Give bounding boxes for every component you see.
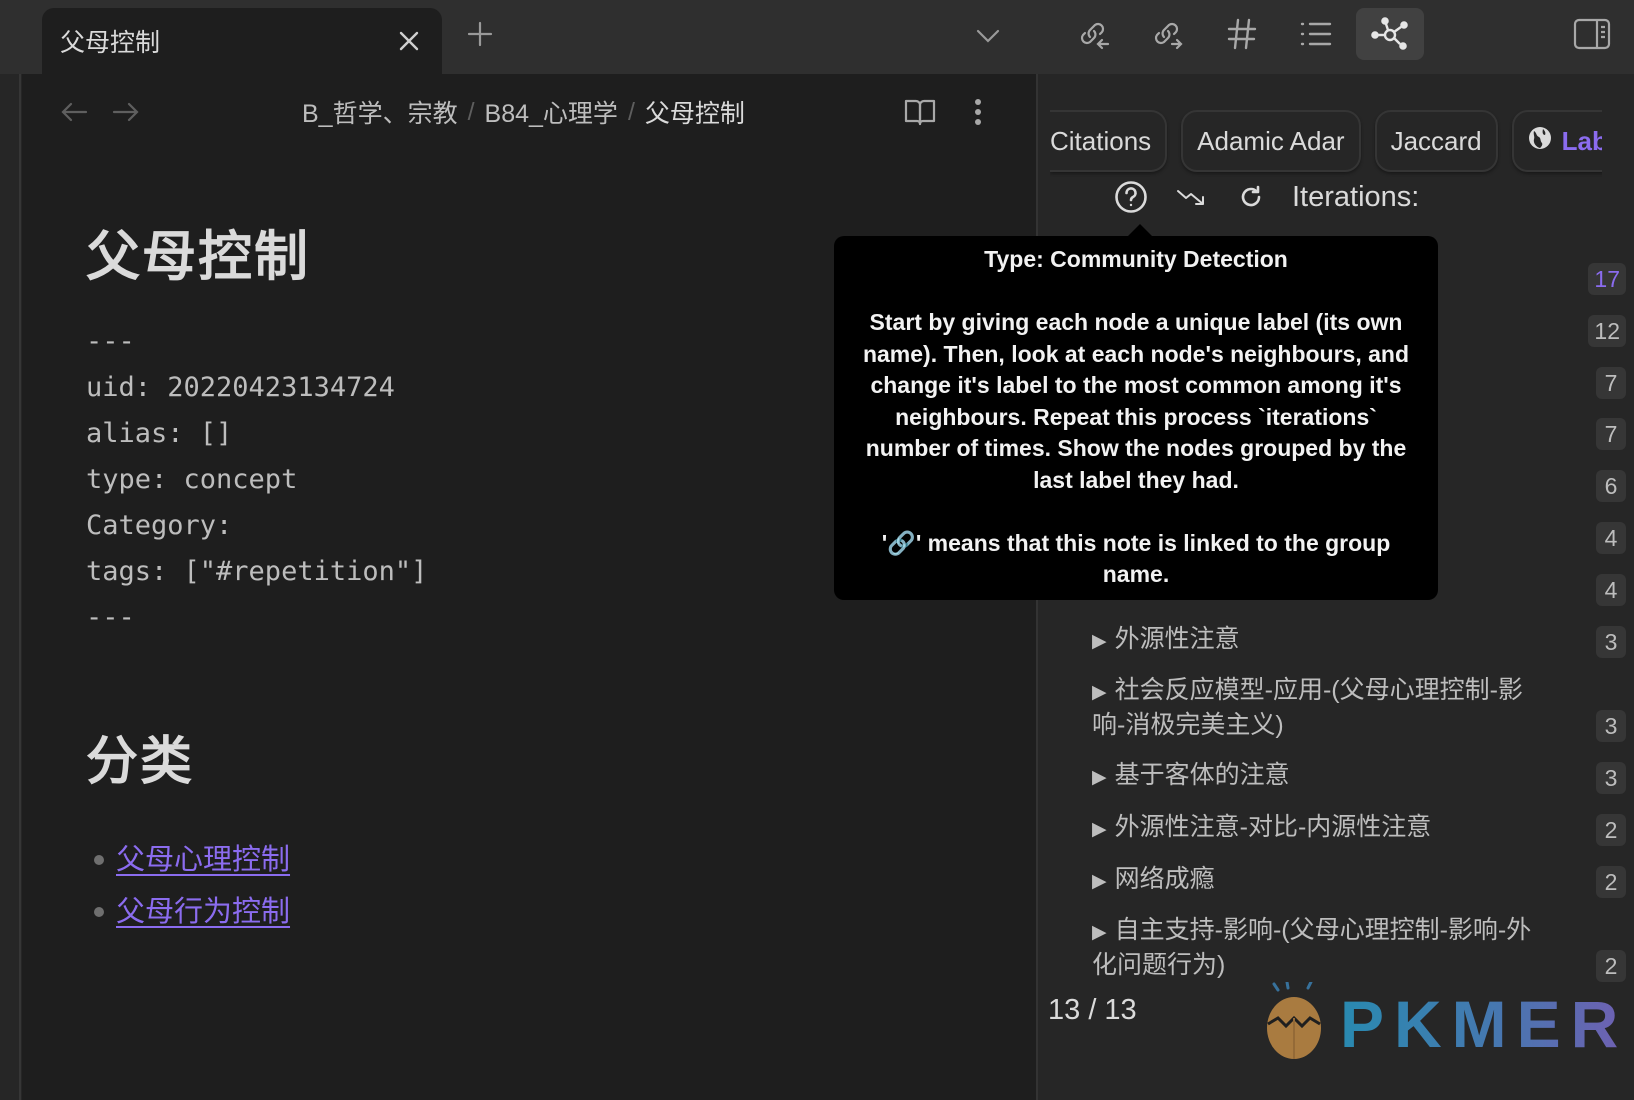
pkmer-watermark: PKMER — [1262, 980, 1629, 1065]
group-label[interactable]: ▶ 自主支持-影响-(父母心理控制-影响-外化问题行为) — [1092, 914, 1532, 982]
list-item: 父母行为控制 — [86, 886, 427, 938]
frontmatter-line: uid: 20220423134724 — [86, 372, 395, 403]
group-count: 3 — [1596, 626, 1626, 658]
section-heading: 分类 — [86, 733, 195, 791]
group-item[interactable]: ▶ 网络成瘾 2 — [1092, 863, 1632, 898]
tab-label: Lab — [1561, 125, 1602, 156]
sidebar-tab-strip — [1060, 8, 1424, 60]
tooltip-arrow — [1128, 224, 1152, 236]
frontmatter-line: tags: ["#repetition"] — [86, 556, 428, 587]
breadcrumb-separator: / — [467, 97, 475, 126]
tab-active[interactable]: 父母控制 — [42, 8, 442, 74]
group-count: 4 — [1596, 574, 1626, 606]
more-options-icon[interactable] — [960, 94, 996, 130]
expand-triangle-icon[interactable]: ▶ — [1092, 767, 1107, 788]
group-label[interactable]: ▶ 网络成瘾 — [1092, 863, 1532, 898]
tab-label-propagation[interactable]: Lab — [1511, 110, 1602, 172]
internal-link[interactable]: 父母心理控制 — [116, 834, 290, 886]
breadcrumb-item[interactable]: B84_心理学 — [485, 94, 618, 130]
group-count: 7 — [1596, 418, 1626, 450]
group-count: 2 — [1596, 950, 1626, 982]
expand-triangle-icon[interactable]: ▶ — [1092, 922, 1107, 943]
tab-citations[interactable]: Citations — [1050, 110, 1168, 172]
group-count: 6 — [1596, 470, 1626, 502]
tooltip-body: Start by giving each node a unique label… — [862, 309, 1410, 493]
bullet-dot — [94, 907, 104, 917]
forward-arrow-icon[interactable] — [110, 96, 142, 128]
reading-view-book-icon[interactable] — [902, 94, 938, 130]
left-sidebar-edge — [0, 74, 21, 1100]
group-item[interactable]: ▶ 外源性注意 3 — [1092, 623, 1632, 658]
breadcrumb: B_哲学、宗教 / B84_心理学 / 父母控制 — [302, 94, 745, 130]
graph-analysis-icon[interactable] — [1356, 8, 1424, 60]
frontmatter-line: type: concept — [86, 464, 298, 495]
link-list: 父母心理控制 父母行为控制 — [86, 834, 427, 938]
tab-adamic-adar[interactable]: Adamic Adar — [1181, 110, 1361, 172]
list-item: 父母心理控制 — [86, 834, 427, 886]
expand-triangle-icon[interactable]: ▶ — [1092, 819, 1107, 840]
note-title: 父母控制 — [86, 227, 310, 287]
breadcrumb-current[interactable]: 父母控制 — [645, 94, 745, 130]
back-arrow-icon[interactable] — [58, 96, 90, 128]
group-count: 17 — [1588, 263, 1626, 295]
outline-icon[interactable] — [1282, 8, 1350, 60]
group-count: 3 — [1596, 710, 1626, 742]
frontmatter-line: --- — [86, 602, 135, 633]
help-question-icon[interactable] — [1112, 178, 1150, 216]
group-count: 2 — [1596, 866, 1626, 898]
expand-triangle-icon[interactable]: ▶ — [1092, 871, 1107, 892]
group-item[interactable]: ▶ 外源性注意-对比-内源性注意 2 — [1092, 811, 1632, 846]
sort-descending-icon[interactable] — [1172, 178, 1210, 216]
tab-title: 父母控制 — [60, 29, 161, 57]
group-count: 12 — [1588, 315, 1626, 347]
close-icon[interactable] — [394, 26, 424, 56]
frontmatter-line: --- — [86, 326, 135, 357]
globe-icon — [1528, 126, 1552, 157]
algorithm-controls: Iterations: — [1112, 178, 1419, 216]
expand-triangle-icon[interactable]: ▶ — [1092, 631, 1107, 652]
tooltip-note: '🔗' means that this note is linked to th… — [881, 529, 1391, 588]
group-count: 4 — [1596, 522, 1626, 554]
group-count: 7 — [1596, 367, 1626, 399]
new-tab-plus-icon[interactable] — [462, 16, 498, 52]
breadcrumb-separator: / — [627, 97, 635, 126]
frontmatter-line: Category: — [86, 510, 233, 541]
group-count: 2 — [1596, 814, 1626, 846]
egg-logo-icon — [1262, 980, 1326, 1065]
tags-icon[interactable] — [1208, 8, 1276, 60]
group-count: 3 — [1596, 762, 1626, 794]
note-content: 父母控制 --- uid: 20220423134724 alias: [] t… — [86, 204, 427, 938]
tooltip-title: Type: Community Detection — [984, 246, 1288, 272]
backlinks-icon[interactable] — [1060, 8, 1128, 60]
group-item[interactable]: ▶ 自主支持-影响-(父母心理控制-影响-外化问题行为) 2 — [1092, 914, 1632, 982]
algorithm-tabs: Citations Adamic Adar Jaccard Lab — [1050, 110, 1602, 180]
view-actions — [902, 94, 996, 130]
group-item[interactable]: ▶ 社会反应模型-应用-(父母心理控制-影响-消极完美主义) 3 — [1092, 674, 1632, 742]
group-label[interactable]: ▶ 外源性注意 — [1092, 623, 1532, 658]
right-sidebar-toggle-icon[interactable] — [1572, 16, 1612, 52]
page-counter: 13 / 13 — [1048, 994, 1137, 1026]
watermark-text: PKMER — [1340, 986, 1629, 1061]
group-label[interactable]: ▶ 基于客体的注意 — [1092, 759, 1532, 794]
outgoing-links-icon[interactable] — [1134, 8, 1202, 60]
frontmatter-line: alias: [] — [86, 418, 233, 449]
view-header: B_哲学、宗教 / B84_心理学 / 父母控制 — [22, 74, 1036, 146]
breadcrumb-item[interactable]: B_哲学、宗教 — [302, 94, 458, 130]
group-item[interactable]: ▶ 基于客体的注意 3 — [1092, 759, 1632, 794]
group-label[interactable]: ▶ 社会反应模型-应用-(父母心理控制-影响-消极完美主义) — [1092, 674, 1532, 742]
bullet-dot — [94, 855, 104, 865]
tab-jaccard[interactable]: Jaccard — [1374, 110, 1498, 172]
internal-link[interactable]: 父母行为控制 — [116, 886, 290, 938]
expand-triangle-icon[interactable]: ▶ — [1092, 682, 1107, 703]
frontmatter: --- uid: 20220423134724 alias: [] type: … — [86, 319, 427, 641]
group-label[interactable]: ▶ 外源性注意-对比-内源性注意 — [1092, 811, 1532, 846]
help-tooltip: Type: Community Detection Start by givin… — [834, 236, 1438, 600]
tab-bar: 父母控制 — [0, 0, 1634, 74]
iterations-label: Iterations: — [1292, 180, 1420, 213]
refresh-icon[interactable] — [1232, 178, 1270, 216]
chevron-down-icon[interactable] — [970, 18, 1006, 54]
